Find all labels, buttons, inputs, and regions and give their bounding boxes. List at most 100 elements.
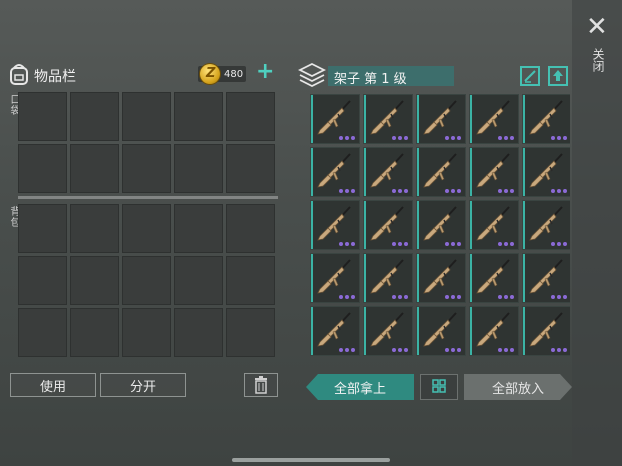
shelf-item-rifle[interactable] (522, 94, 570, 144)
use-button[interactable]: 使用 (10, 373, 96, 397)
pocket-slot[interactable] (122, 92, 171, 141)
rename-button[interactable] (520, 66, 540, 86)
discard-button[interactable] (244, 373, 278, 397)
shelf-item-rifle[interactable] (469, 147, 519, 197)
shelf-item-rifle[interactable] (522, 306, 570, 356)
rarity-dots (445, 348, 461, 352)
shelf-item-rifle[interactable] (416, 253, 466, 303)
pocket-slot[interactable] (226, 144, 275, 193)
rarity-dots (392, 348, 408, 352)
rifle-icon (476, 206, 510, 241)
shelf-item-rifle[interactable] (469, 253, 519, 303)
shelf-item-rifle[interactable] (469, 306, 519, 356)
backpack-slot[interactable] (174, 204, 223, 253)
rifle-icon (370, 153, 404, 188)
rifle-icon (423, 259, 457, 294)
rifle-icon (529, 153, 563, 188)
rifle-icon (529, 259, 563, 294)
backpack-slot[interactable] (174, 256, 223, 305)
pocket-slot[interactable] (18, 92, 67, 141)
shelf-grid (310, 94, 570, 358)
shelf-item-rifle[interactable] (363, 147, 413, 197)
shelf-item-rifle[interactable] (310, 306, 360, 356)
backpack-slot[interactable] (122, 308, 171, 357)
rarity-dots (498, 242, 514, 246)
backpack-slot[interactable] (122, 204, 171, 253)
shelf-item-rifle[interactable] (310, 200, 360, 250)
add-coins-button[interactable]: + (256, 61, 274, 83)
backpack-slot[interactable] (174, 308, 223, 357)
close-label[interactable]: 关闭 (590, 48, 607, 72)
take-all-button[interactable]: 全部拿上 (306, 374, 414, 400)
backpack-slot[interactable] (18, 308, 67, 357)
backpack-slot[interactable] (226, 204, 275, 253)
shelf-item-rifle[interactable] (310, 253, 360, 303)
sort-button[interactable] (420, 374, 458, 400)
shelf-item-rifle[interactable] (363, 306, 413, 356)
shelf-item-rifle[interactable] (522, 147, 570, 197)
backpack-slot[interactable] (18, 256, 67, 305)
backpack-icon (10, 64, 28, 85)
shelf-item-rifle[interactable] (363, 200, 413, 250)
pocket-slot[interactable] (174, 92, 223, 141)
shelf-item-rifle[interactable] (310, 94, 360, 144)
upgrade-button[interactable] (548, 66, 568, 86)
pocket-slot[interactable] (18, 144, 67, 193)
rarity-dots (445, 189, 461, 193)
rarity-dots (339, 136, 355, 140)
split-button[interactable]: 分开 (100, 373, 186, 397)
rifle-icon (476, 153, 510, 188)
pocket-slot[interactable] (70, 92, 119, 141)
shelf-item-rifle[interactable] (416, 200, 466, 250)
pocket-slot[interactable] (70, 144, 119, 193)
coin-symbol: Z (206, 66, 216, 81)
rifle-icon (529, 100, 563, 135)
pocket-slot[interactable] (174, 144, 223, 193)
rarity-dots (392, 189, 408, 193)
rarity-dots (392, 136, 408, 140)
edit-icon (524, 70, 536, 83)
rarity-dots (445, 136, 461, 140)
shelf-title: 架子 第 1 级 (334, 72, 407, 87)
rarity-dots (498, 348, 514, 352)
shelf-item-rifle[interactable] (310, 147, 360, 197)
shelf-item-rifle[interactable] (469, 94, 519, 144)
shelf-item-rifle[interactable] (416, 147, 466, 197)
backpack-slot[interactable] (70, 204, 119, 253)
rifle-icon (423, 153, 457, 188)
shelf-icon (298, 62, 326, 88)
shelf-item-rifle[interactable] (469, 200, 519, 250)
section-divider (18, 196, 278, 199)
shelf-item-rifle[interactable] (522, 253, 570, 303)
backpack-slot[interactable] (70, 308, 119, 357)
rarity-dots (392, 242, 408, 246)
rifle-icon (423, 312, 457, 347)
trash-icon (255, 376, 267, 394)
backpack-grid (18, 204, 275, 357)
backpack-slot[interactable] (18, 204, 67, 253)
shelf-item-rifle[interactable] (416, 306, 466, 356)
pocket-slot[interactable] (226, 92, 275, 141)
rifle-icon (317, 206, 351, 241)
rifle-icon (370, 312, 404, 347)
shelf-item-rifle[interactable] (522, 200, 570, 250)
rifle-icon (423, 100, 457, 135)
rarity-dots (339, 242, 355, 246)
rarity-dots (445, 295, 461, 299)
backpack-slot[interactable] (70, 256, 119, 305)
rifle-icon (476, 100, 510, 135)
backpack-slot[interactable] (226, 308, 275, 357)
put-all-button[interactable]: 全部放入 (464, 374, 572, 400)
backpack-slot[interactable] (226, 256, 275, 305)
shelf-item-rifle[interactable] (363, 253, 413, 303)
rifle-icon (370, 259, 404, 294)
shelf-item-rifle[interactable] (416, 94, 466, 144)
rifle-icon (529, 206, 563, 241)
shelf-item-rifle[interactable] (363, 94, 413, 144)
close-icon[interactable]: ✕ (586, 14, 608, 40)
rifle-icon (476, 312, 510, 347)
inventory-title: 物品栏 (34, 69, 76, 85)
pocket-slot[interactable] (122, 144, 171, 193)
backpack-slot[interactable] (122, 256, 171, 305)
rifle-icon (529, 312, 563, 347)
